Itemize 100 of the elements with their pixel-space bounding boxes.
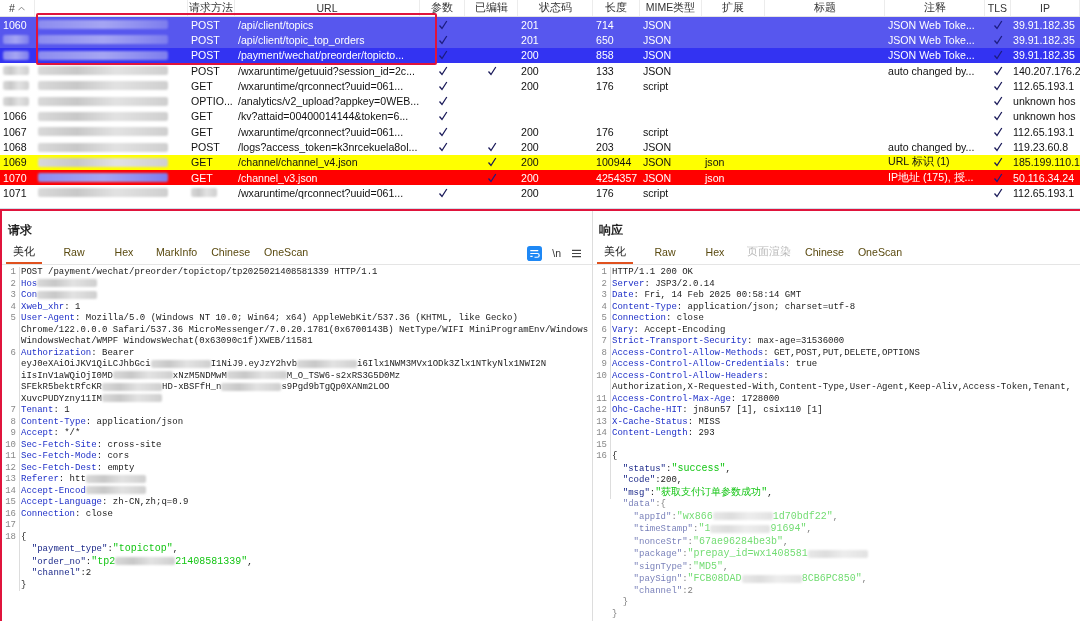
code-text: : <box>107 544 113 554</box>
code-text: xNzM5NDMwM <box>172 370 227 381</box>
tab[interactable]: OneScan <box>857 242 903 264</box>
table-row[interactable]: OPTIO... /analytics/v2_upload?appkey=0WEB... unknown hos <box>0 93 1080 109</box>
table-cell: JSON <box>643 156 672 169</box>
column-header[interactable]: 长度 <box>593 0 640 16</box>
line-number: 3 <box>601 290 607 300</box>
tab[interactable]: Chinese <box>805 242 844 264</box>
table-row[interactable]: 1060 POST /api/client/topics 201 714 JSON JSON Web Toke... 39.91.182.35 <box>0 17 1080 33</box>
line-number: 6 <box>601 324 607 335</box>
code-text: WindowsWechat/WMPF WindowsWechat(0x63090c1f)XWEB/11581 <box>21 336 313 346</box>
json-key: "order_no" <box>31 556 86 567</box>
header-name: Tenant <box>21 405 54 415</box>
table-row[interactable]: 1071 /wxaruntime/qrconnect?uuid=061... 200 176 script 112.65.193.1 <box>0 185 1080 201</box>
table-row[interactable]: GET /wxaruntime/qrconnect?uuid=061... 200 176 script 112.65.193.1 <box>0 78 1080 94</box>
column-header[interactable]: 请求方法 <box>188 0 235 16</box>
code-text: : 293 <box>687 428 715 438</box>
column-header[interactable]: 扩展 <box>702 0 765 16</box>
code-text: s9Pgd9bTgQp0XANm2LOO <box>281 382 390 392</box>
code-text: , <box>783 536 789 547</box>
redacted-area <box>85 486 146 495</box>
json-key: "msg" <box>622 487 650 498</box>
header-name: Accept-Language <box>21 497 102 507</box>
code-text: Chrome/122.0.0.0 Safari/537.36 MicroMessenger/7.0.20.1781(0x6700143B) NetType/WIFI MiniProgramEnv/Windows <box>21 324 589 335</box>
tab[interactable]: Hex <box>697 242 733 264</box>
code-text: : GET,POST,PUT,DELETE,OPTIONS <box>763 347 920 358</box>
code-text: Authorization,X-Requested-With,Content-Type,User-Agent,Keep-Aliv,Access-Token,Tenant, <box>612 382 1072 392</box>
code-text: : 1 <box>53 405 70 415</box>
tab[interactable]: OneScan <box>264 242 309 264</box>
table-cell: 200 <box>521 156 539 169</box>
json-key: "paySign" <box>633 574 683 584</box>
json-key: "code" <box>622 475 656 485</box>
code-text: : empty <box>96 462 135 473</box>
redacted-area <box>3 96 29 106</box>
tab[interactable]: Chinese <box>211 242 251 264</box>
json-key: "data" <box>622 499 656 509</box>
table-cell: GET <box>191 110 213 123</box>
newline-toggle[interactable]: \n <box>552 247 561 259</box>
code-text: : 1 <box>64 301 81 312</box>
table-row[interactable]: 1067 GET /wxaruntime/qrconnect?uuid=061... 200 176 script 112.65.193.1 <box>0 124 1080 140</box>
column-header[interactable]: 已编辑 <box>465 0 518 16</box>
table-cell: JSON <box>643 33 672 46</box>
tab[interactable]: 美化 <box>597 242 633 264</box>
json-key: "channel" <box>31 568 81 578</box>
panel-title: 响应 <box>598 222 624 238</box>
table-cell: JSON <box>643 171 672 184</box>
table-row[interactable]: 1068 POST /logs?access_token=k3nrcekuela8ol... 200 203 JSON auto changed by... 119.23.60.8 <box>0 139 1080 155</box>
table-row[interactable]: POST /wxaruntime/getuuid?session_id=2c... 200 133 JSON auto changed by... 140.207.176.2 <box>0 62 1080 79</box>
table-row[interactable]: 1069 GET /channel/channel_v4.json 200 100944 JSON json URL 标识 (1) 185.199.110.1 <box>0 154 1080 170</box>
word-wrap-icon[interactable] <box>527 245 543 261</box>
header-name: Sec-Fetch-Mode <box>21 451 97 461</box>
json-string: 91694" <box>770 523 807 534</box>
redacted-area <box>712 512 773 521</box>
redacted-area <box>150 359 211 368</box>
column-header[interactable]: URL <box>235 0 420 16</box>
header-name: Access-Control-Allow-Headers <box>612 370 764 381</box>
line-number: 12 <box>5 462 16 473</box>
column-header[interactable]: 注释 <box>885 0 985 16</box>
json-key: "appId" <box>633 511 672 522</box>
table-row[interactable]: POST /api/client/topic_top_orders 201 650 JSON JSON Web Toke... 39.91.182.35 <box>0 32 1080 48</box>
header-name: Referer <box>21 474 59 484</box>
json-key: "payment_type" <box>31 544 108 554</box>
table-cell: 119.23.60.8 <box>1013 141 1069 153</box>
tab[interactable]: Hex <box>106 242 142 264</box>
json-string: 8CB6PC850" <box>801 573 862 584</box>
json-string: "tp2 <box>91 555 116 567</box>
code-text: : jn8un57 [1], csix110 [1] <box>682 405 823 415</box>
line-number: 5 <box>10 313 16 323</box>
code-text: : application/json; charset=utf-8 <box>676 301 856 312</box>
code-text: : Bearer <box>91 347 135 358</box>
tab[interactable]: Raw <box>647 242 683 264</box>
code-text: : htt <box>58 474 86 484</box>
column-header[interactable]: 参数 <box>420 0 465 16</box>
tab[interactable]: MarkInfo <box>156 242 198 264</box>
line-number: 2 <box>601 278 607 289</box>
table-cell: /api/client/topics <box>238 18 314 31</box>
table-cell: JSON <box>643 49 672 62</box>
redacted-area <box>710 524 771 533</box>
header-name: Ohc-Cache-HIT <box>612 405 683 415</box>
column-header[interactable]: IP <box>1011 0 1080 16</box>
table-cell: 200 <box>521 64 539 77</box>
header-name: Access-Control-Max-Age <box>612 393 731 404</box>
table-row[interactable]: 1066 GET /kv?attaid=00400014144&token=6... unknown hos <box>0 108 1080 125</box>
menu-icon[interactable] <box>571 248 582 258</box>
line-number: 18 <box>5 531 16 542</box>
tab[interactable]: Raw <box>56 242 92 264</box>
column-header[interactable]: # <box>0 0 35 16</box>
column-header[interactable]: 标题 <box>765 0 885 16</box>
table-cell: GET <box>191 79 213 92</box>
table-cell: /channel_v3.json <box>238 171 318 184</box>
column-header[interactable]: TLS <box>985 0 1011 16</box>
tab[interactable]: 美化 <box>6 242 42 264</box>
code-text: } <box>612 608 618 619</box>
header-name: Sec-Fetch-Dest <box>21 462 97 473</box>
column-header[interactable]: 状态码 <box>518 0 593 16</box>
column-header[interactable]: MIME类型 <box>640 0 702 16</box>
table-cell: 39.91.182.35 <box>1013 33 1075 46</box>
redacted-area <box>3 35 29 45</box>
code-text: : max-age=31536000 <box>747 336 845 346</box>
header-name: Content-Type <box>612 301 677 312</box>
